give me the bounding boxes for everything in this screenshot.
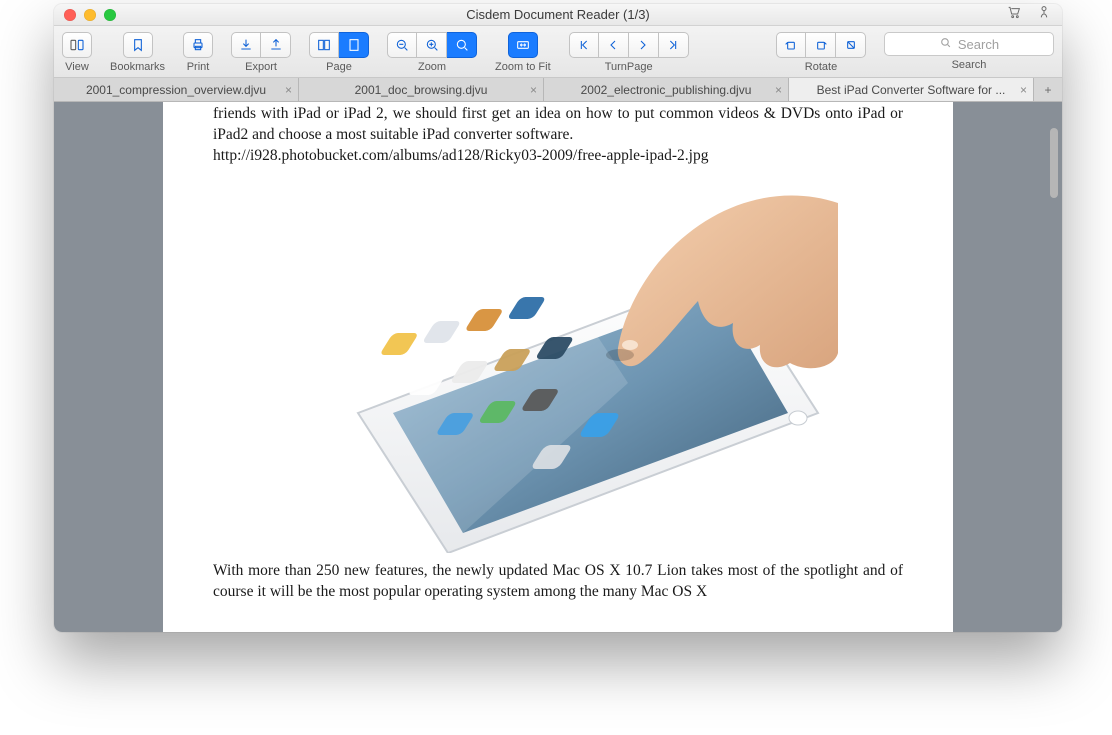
page-continuous-button[interactable] bbox=[339, 32, 369, 58]
zoom-marquee-button[interactable] bbox=[447, 32, 477, 58]
app-window: Cisdem Document Reader (1/3) View bbox=[54, 4, 1062, 632]
close-icon[interactable]: × bbox=[530, 84, 537, 96]
cart-icon[interactable] bbox=[1006, 4, 1022, 25]
tab-label: 2002_electronic_publishing.djvu bbox=[581, 83, 752, 97]
print-label: Print bbox=[187, 61, 210, 73]
document-page: friends with iPad or iPad 2, we should f… bbox=[163, 102, 953, 632]
image-url-text: http://i928.photobucket.com/albums/ad128… bbox=[213, 146, 903, 167]
rotate-label: Rotate bbox=[805, 61, 837, 73]
figure-ipad bbox=[213, 173, 903, 553]
view-label: View bbox=[65, 61, 89, 73]
next-page-button[interactable] bbox=[629, 32, 659, 58]
lock-icon[interactable] bbox=[1036, 4, 1052, 25]
titlebar: Cisdem Document Reader (1/3) bbox=[54, 4, 1062, 26]
rotate-right-button[interactable] bbox=[806, 32, 836, 58]
print-button[interactable] bbox=[183, 32, 213, 58]
tab-3[interactable]: Best iPad Converter Software for ... × bbox=[789, 78, 1034, 101]
tabbar: 2001_compression_overview.djvu × 2001_do… bbox=[54, 78, 1062, 102]
last-page-button[interactable] bbox=[659, 32, 689, 58]
page-label: Page bbox=[326, 61, 352, 73]
turnpage-label: TurnPage bbox=[605, 61, 653, 73]
bookmarks-button[interactable] bbox=[123, 32, 153, 58]
export-label: Export bbox=[245, 61, 277, 73]
page-single-button[interactable] bbox=[309, 32, 339, 58]
window-title: Cisdem Document Reader (1/3) bbox=[54, 7, 1062, 22]
vertical-scrollbar[interactable] bbox=[1050, 128, 1058, 198]
view-button[interactable] bbox=[62, 32, 92, 58]
close-icon[interactable]: × bbox=[285, 84, 292, 96]
tab-0[interactable]: 2001_compression_overview.djvu × bbox=[54, 78, 299, 101]
export-button-2[interactable] bbox=[261, 32, 291, 58]
zoom-window-button[interactable] bbox=[104, 9, 116, 21]
zoom-to-fit-label: Zoom to Fit bbox=[495, 61, 551, 73]
search-label: Search bbox=[952, 59, 987, 71]
window-controls bbox=[54, 9, 116, 21]
search-placeholder: Search bbox=[958, 37, 999, 52]
bookmarks-label: Bookmarks bbox=[110, 61, 165, 73]
toolbar: View Bookmarks Print bbox=[54, 26, 1062, 78]
close-icon[interactable]: × bbox=[775, 84, 782, 96]
tab-label: 2001_doc_browsing.djvu bbox=[355, 83, 488, 97]
tab-label: Best iPad Converter Software for ... bbox=[817, 83, 1006, 97]
first-page-button[interactable] bbox=[569, 32, 599, 58]
search-icon bbox=[939, 36, 952, 52]
tab-label: 2001_compression_overview.djvu bbox=[86, 83, 266, 97]
body-text-2: With more than 250 new features, the new… bbox=[213, 561, 903, 603]
zoom-label: Zoom bbox=[418, 61, 446, 73]
zoom-to-fit-button[interactable] bbox=[508, 32, 538, 58]
minimize-window-button[interactable] bbox=[84, 9, 96, 21]
close-icon[interactable]: × bbox=[1020, 84, 1027, 96]
tab-1[interactable]: 2001_doc_browsing.djvu × bbox=[299, 78, 544, 101]
tab-2[interactable]: 2002_electronic_publishing.djvu × bbox=[544, 78, 789, 101]
zoom-in-button[interactable] bbox=[417, 32, 447, 58]
rotate-180-button[interactable] bbox=[836, 32, 866, 58]
close-window-button[interactable] bbox=[64, 9, 76, 21]
body-text: friends with iPad or iPad 2, we should f… bbox=[213, 104, 903, 146]
new-tab-button[interactable]: + bbox=[1034, 78, 1062, 101]
search-input[interactable]: Search bbox=[884, 32, 1054, 56]
document-viewport: friends with iPad or iPad 2, we should f… bbox=[54, 102, 1062, 632]
rotate-left-button[interactable] bbox=[776, 32, 806, 58]
prev-page-button[interactable] bbox=[599, 32, 629, 58]
zoom-out-button[interactable] bbox=[387, 32, 417, 58]
ipad-illustration bbox=[278, 173, 838, 553]
export-button-1[interactable] bbox=[231, 32, 261, 58]
